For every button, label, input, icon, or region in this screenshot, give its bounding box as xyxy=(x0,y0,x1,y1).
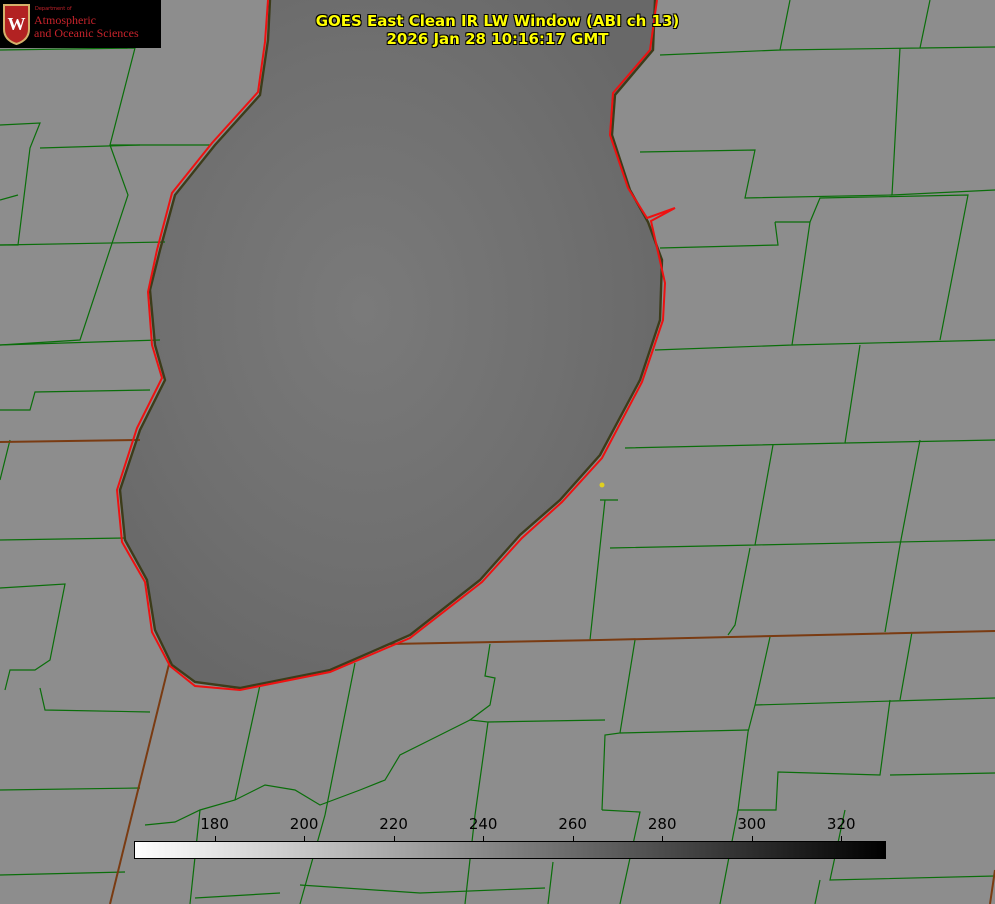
colorbar-tick-mark xyxy=(215,836,216,842)
colorbar-tick-mark xyxy=(662,836,663,842)
colorbar-tick-label: 220 xyxy=(379,815,408,833)
colorbar-tick-mark xyxy=(394,836,395,842)
temperature-colorbar xyxy=(134,841,886,859)
colorbar-tick-mark xyxy=(483,836,484,842)
colorbar-tick-label: 300 xyxy=(737,815,767,833)
satellite-map xyxy=(0,0,995,904)
colorbar-tick-mark xyxy=(841,836,842,842)
image-timestamp: 2026 Jan 28 10:16:17 GMT xyxy=(386,30,609,48)
colorbar-tick-label: 240 xyxy=(468,815,498,833)
colorbar-tick-mark xyxy=(573,836,574,842)
colorbar-tick-label: 280 xyxy=(647,815,677,833)
station-marker xyxy=(599,482,605,488)
image-title: GOES East Clean IR LW Window (ABI ch 13) xyxy=(315,12,680,30)
colorbar-tick-label: 180 xyxy=(200,815,229,833)
colorbar-tick-label: 200 xyxy=(289,815,319,833)
colorbar-tick-mark xyxy=(752,836,753,842)
colorbar-tick-mark xyxy=(304,836,305,842)
colorbar-tick-label: 320 xyxy=(826,815,856,833)
colorbar-tick-label: 260 xyxy=(558,815,587,833)
satellite-image-viewer: W Department of Atmospheric and Oceanic … xyxy=(0,0,995,904)
